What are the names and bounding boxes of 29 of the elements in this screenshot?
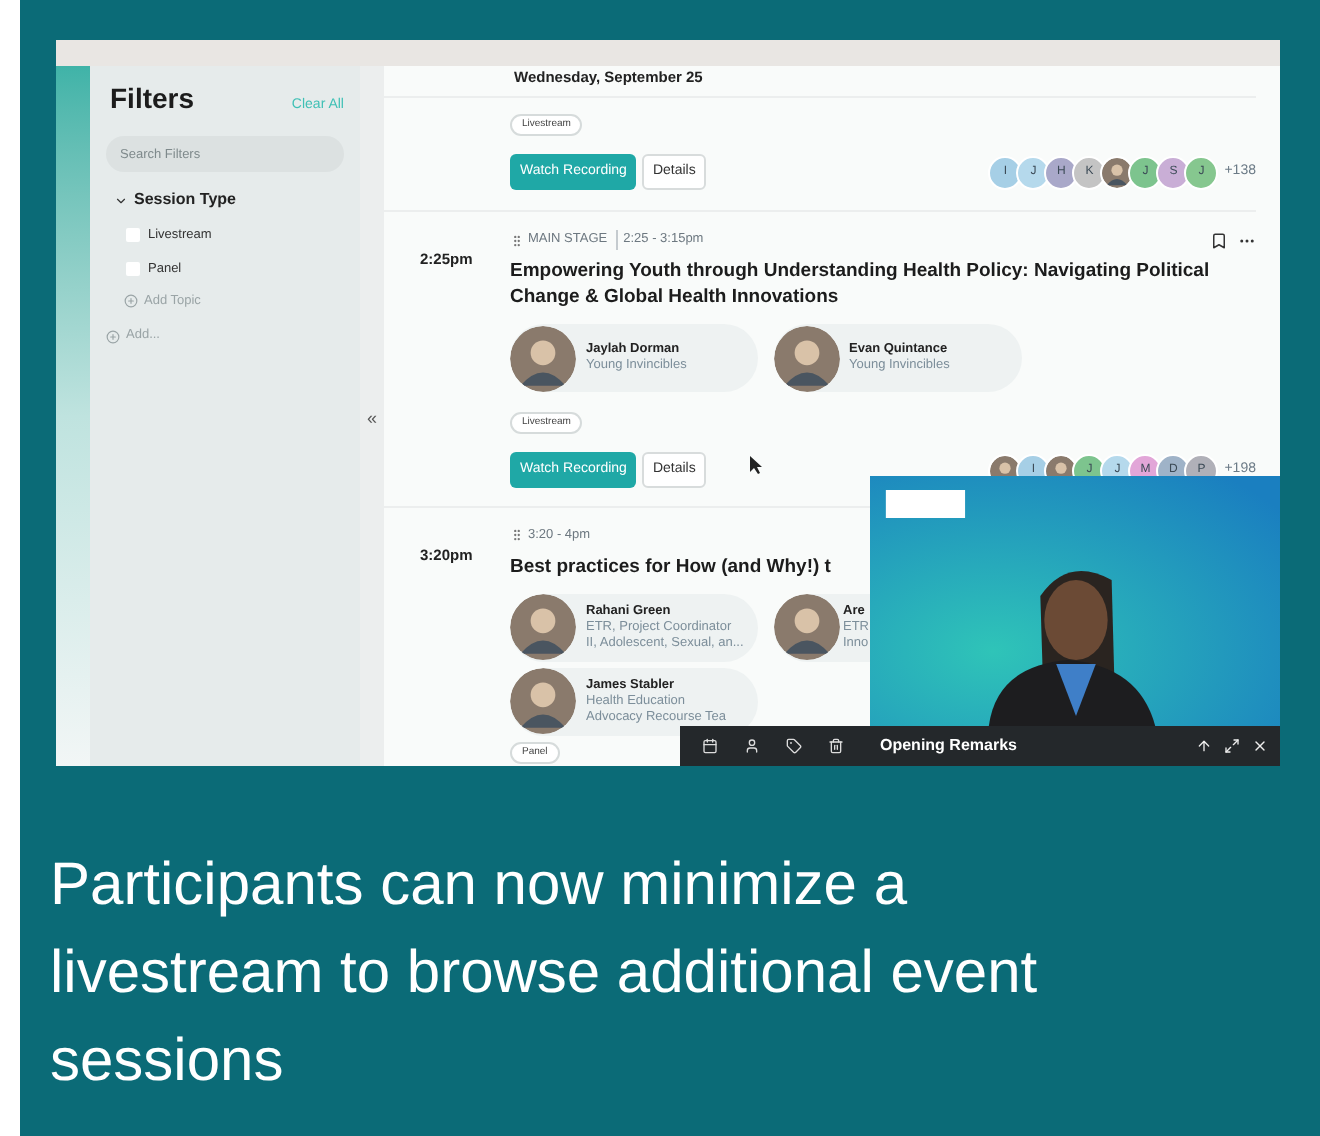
plus-circle-icon	[106, 329, 120, 344]
drag-handle-icon[interactable]	[510, 233, 524, 248]
speaker-avatar	[773, 325, 839, 391]
tag-icon[interactable]	[786, 738, 803, 754]
mouse-cursor-icon	[750, 456, 762, 474]
speaker-avatar	[510, 325, 576, 391]
session-title[interactable]: Empowering Youth through Understanding Health Policy: Navigating Political Change & Global Health Innovations	[510, 258, 1256, 310]
speaker-avatar	[773, 594, 839, 661]
trash-icon[interactable]	[828, 738, 845, 754]
session-title[interactable]: Best practices for How (and Why!) t	[510, 553, 859, 580]
checkbox[interactable]	[126, 228, 140, 243]
session-type-toggle[interactable]: Session Type	[114, 188, 344, 212]
plus-circle-icon	[124, 293, 138, 308]
collapse-sidebar-button[interactable]: «	[366, 410, 377, 428]
checkbox[interactable]	[126, 262, 140, 277]
arrow-up-icon[interactable]	[1196, 738, 1212, 754]
attendee-avatar	[1102, 157, 1133, 188]
close-icon[interactable]	[1252, 738, 1268, 754]
player-title: Opening Remarks	[880, 734, 1019, 758]
caption-text: Participants can now minimize a livestream to browse additional event sessions	[50, 850, 1040, 1098]
filters-title: Filters	[110, 80, 195, 118]
bookmark-icon[interactable]	[1210, 231, 1228, 250]
speaker-avatar	[510, 594, 576, 661]
speaker-avatar	[510, 668, 576, 735]
chevron-down-icon	[114, 193, 128, 207]
drag-handle-icon[interactable]	[510, 528, 524, 543]
expand-icon[interactable]	[1224, 738, 1240, 754]
calendar-icon[interactable]	[701, 738, 718, 754]
person-icon[interactable]	[743, 738, 760, 754]
